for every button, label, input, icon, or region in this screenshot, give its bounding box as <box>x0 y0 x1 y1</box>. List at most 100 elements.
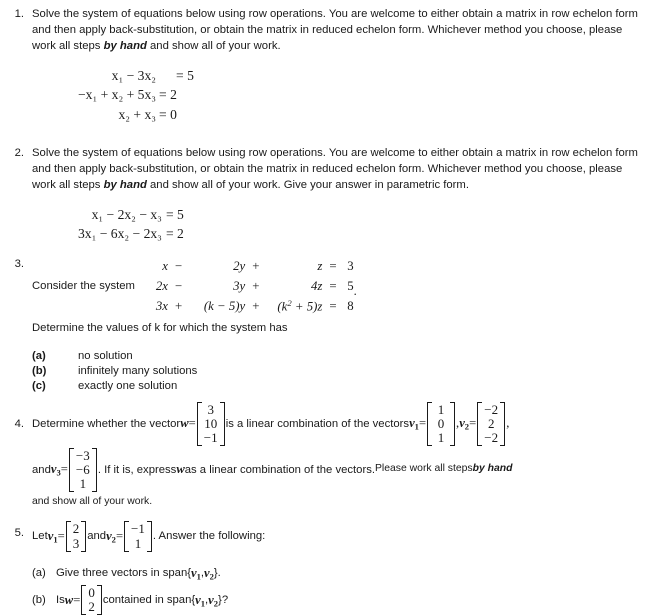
problem-4-line-1: Determine whether the vector w = 3 10 −1… <box>32 401 639 446</box>
equation-operator: − <box>174 258 183 273</box>
equation-row: x − 2y + z = 3 <box>142 256 354 276</box>
equation-rhs: = 5 <box>165 207 184 223</box>
vector-v1: 2 3 <box>65 521 87 552</box>
problem-4-text-3: and <box>32 463 51 476</box>
vector-entry: 0 <box>437 415 445 431</box>
equation-row: x₂ + x₃ = 0 <box>78 105 194 124</box>
problem-3-lead-text: Consider the system <box>32 280 135 293</box>
vector-w: 3 10 −1 <box>196 401 225 446</box>
vector-w-entries: 3 10 −1 <box>202 402 220 446</box>
problem-1-emphasis: by hand <box>103 40 147 53</box>
option-text: no solution <box>78 349 133 362</box>
problem-4-text-6: Please work all steps <box>375 463 473 475</box>
vector-v2-name: v2 <box>106 528 116 546</box>
vector-entry: 0 <box>88 585 95 601</box>
equation-operator: + <box>252 278 260 293</box>
vector-entry: 1 <box>437 429 445 445</box>
equation-z-term: z <box>317 258 323 273</box>
problem-5-part-a: (a) Give three vectors in span{ v1 , v2 … <box>32 565 639 583</box>
vector-w-name: w <box>180 415 189 430</box>
equals-sign: = <box>469 415 477 430</box>
problem-5-parts: (a) Give three vectors in span{ v1 , v2 … <box>32 565 639 615</box>
bracket-right <box>450 401 456 446</box>
part-label: (b) <box>32 594 46 607</box>
problem-4-text-4: . If it is, express <box>97 463 177 476</box>
problem-2-emphasis: by hand <box>103 179 147 192</box>
equation-y-term: 3y <box>233 278 246 293</box>
equals-sign: = <box>60 461 68 476</box>
equation-lhs: x₂ + x₃ <box>118 106 156 122</box>
vector-entry: −2 <box>484 401 499 417</box>
problem-1-system: x₁ − 3x₂ = 5 −x₁ + x₂ + 5x₃ = 2 x₂ + x₃ … <box>78 66 639 124</box>
bracket-right <box>81 521 87 552</box>
equation-lhs: x₁ − 2x₂ − x₃ <box>91 207 162 223</box>
option-text: infinitely many solutions <box>78 364 198 377</box>
vector-entry: 1 <box>437 401 445 417</box>
vector-entry: 2 <box>487 415 495 431</box>
problem-5-line-1: Let v1 = 2 3 and v2 = −1 1 . Answer the … <box>32 521 639 552</box>
problem-2-system: x₁ − 2x₂ − x₃ = 5 3x₁ − 6x₂ − 2x₃ = 2 <box>78 205 639 244</box>
span-vector-v1: v1 <box>195 592 205 610</box>
problem-4-text-5: as a linear combination of the vectors. <box>184 463 375 476</box>
equation-z-term: (k2 + 5)z <box>266 296 322 317</box>
problem-3-number: 3. <box>14 257 24 270</box>
vector-entry: 3 <box>72 535 80 551</box>
vector-entry: 10 <box>204 415 218 431</box>
vector-entry: 3 <box>207 401 214 417</box>
vector-v1: 1 0 1 <box>427 401 456 446</box>
list-item: (b) infinitely many solutions <box>32 363 639 378</box>
vector-entry: 1 <box>134 535 142 551</box>
equation-lhs: 3x₁ − 6x₂ − 2x₃ <box>78 226 162 242</box>
problem-1-text-b: and show all of your work. <box>146 40 281 53</box>
problem-2: 2. Solve the system of equations below u… <box>6 145 639 244</box>
equation-rhs: = 0 <box>159 106 177 122</box>
equation-row: −x₁ + x₂ + 5x₃ = 2 <box>78 85 194 104</box>
equation-y-term: 2y <box>233 258 246 273</box>
problem-1-number: 1. <box>14 8 24 20</box>
equation-rhs: = 2 <box>165 226 184 242</box>
vector-v1-entries: 2 3 <box>71 521 82 551</box>
vector-v1-entries: 1 0 1 <box>432 402 450 446</box>
vector-entry: −1 <box>203 429 218 445</box>
equation-lhs: x₁ − 3x₂ <box>111 68 156 84</box>
problem-3-system-block: Consider the system x − 2y + z = 3 2x − <box>32 256 639 317</box>
equation-lhs: −x₁ + x₂ + 5x₃ <box>78 87 156 103</box>
problem-2-text-b: and show all of your work. Give your ans… <box>146 179 469 192</box>
vector-v1-name: v1 <box>48 528 58 546</box>
equation-rhs: 3 <box>347 258 354 273</box>
bracket-right <box>146 521 152 552</box>
vector-v2: −2 2 −2 <box>477 401 506 446</box>
equation-rhs: 8 <box>347 299 354 314</box>
vector-v1-name: v1 <box>409 415 419 433</box>
vector-w-name-2: w <box>176 461 185 476</box>
part-b-text-2: contained in span{ <box>102 594 196 607</box>
vector-entry: −2 <box>484 429 499 445</box>
problem-2-number: 2. <box>14 146 24 159</box>
problem-3-determine-text: Determine the values of k for which the … <box>32 322 288 335</box>
equation-rhs: = 5 <box>176 68 194 84</box>
problem-5-text-2: and <box>87 530 107 543</box>
vector-entry: 1 <box>79 475 87 491</box>
z-term-suffix: + 5)z <box>291 299 323 314</box>
worksheet-page: 1. Solve the system of equations below u… <box>0 0 645 615</box>
option-label: (a) <box>32 349 46 362</box>
equation-row: 2x − 3y + 4z = 5 <box>142 276 354 296</box>
problem-5-text-3: . Answer the following: <box>152 530 266 543</box>
vector-w: 0 2 <box>81 585 102 615</box>
equation-equals: = <box>329 299 337 314</box>
span-vector-v1: v1 <box>191 565 201 583</box>
problem-4-emphasis: by hand <box>472 463 513 475</box>
equals-sign: = <box>418 415 427 430</box>
equation-operator: − <box>174 278 183 293</box>
problem-2-statement: Solve the system of equations below usin… <box>32 145 639 193</box>
vector-v2-entries: −1 1 <box>129 521 147 551</box>
bracket-right <box>96 585 102 615</box>
equation-row: 3x + (k − 5)y + (k2 + 5)z = 8 <box>142 296 354 317</box>
problem-1-statement: Solve the system of equations below usin… <box>32 6 639 54</box>
vector-entry: −1 <box>131 521 145 537</box>
equals-sign: = <box>57 528 65 543</box>
equation-row: x₁ − 2x₂ − x₃ = 5 <box>78 205 184 224</box>
equation-operator: + <box>174 299 183 314</box>
list-item: (a) no solution <box>32 348 639 363</box>
equals-sign: = <box>115 528 124 543</box>
